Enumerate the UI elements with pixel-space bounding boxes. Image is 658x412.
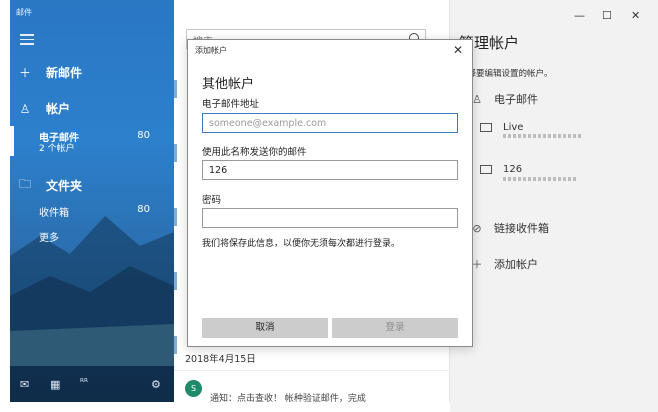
bottom-toolbar: ✉ ▦ ᴿᴿ ⚙	[10, 366, 174, 402]
folder-icon: 🗀	[18, 177, 31, 191]
link-inboxes-button[interactable]: ⊘ 链接收件箱	[470, 220, 549, 236]
calendar-icon[interactable]: ▦	[50, 378, 60, 391]
account-sub: 2 个帐户	[39, 144, 75, 154]
sender-name-label: 使用此名称发送你的邮件	[202, 147, 307, 158]
hamburger-menu-icon[interactable]	[20, 34, 34, 46]
folder-name: 更多	[39, 233, 59, 244]
account-entry-name: 126	[503, 164, 523, 175]
mail-icon	[480, 165, 492, 174]
add-account-label: 添加帐户	[494, 258, 538, 271]
email-section-header: ♙ 电子邮件	[470, 91, 538, 107]
account-entry-live[interactable]: Live	[480, 122, 523, 133]
dialog-title: 添加帐户	[195, 46, 227, 55]
window-close-icon[interactable]: ✕	[631, 9, 640, 22]
login-button[interactable]: 登录	[332, 318, 458, 338]
add-account-button[interactable]: ＋ 添加帐户	[470, 256, 539, 272]
password-field[interactable]	[202, 208, 458, 228]
new-mail-label: 新邮件	[46, 66, 83, 80]
email-field[interactable]	[202, 113, 458, 133]
message-snippet: 通知：点击查收！ 帐种验证邮件，完成	[210, 394, 366, 404]
maximize-icon[interactable]: ☐	[602, 9, 612, 22]
folder-name: 收件箱	[39, 208, 69, 219]
add-account-dialog: 添加帐户 ✕ 其他帐户 电子邮件地址 使用此名称发送你的邮件 密码 我们将保存此…	[187, 39, 473, 347]
email-section-label: 电子邮件	[494, 93, 538, 106]
cancel-button[interactable]: 取消	[202, 318, 328, 338]
save-info-note: 我们将保存此信息，以便你无须每次都进行登录。	[202, 239, 401, 249]
close-icon[interactable]: ✕	[453, 43, 463, 57]
email-label: 电子邮件地址	[202, 99, 260, 110]
redacted-email	[503, 177, 577, 181]
password-label: 密码	[202, 195, 222, 206]
sidebar: 邮件 ＋ 新邮件 ♙ 帐户 电子邮件 2 个帐户 80 🗀 文件夹 收件箱 80…	[10, 0, 174, 402]
plus-icon: ＋	[18, 66, 31, 80]
minimize-icon[interactable]: —	[574, 9, 585, 22]
account-unread-count: 80	[137, 130, 150, 141]
folders-header-label: 文件夹	[46, 179, 83, 193]
mail-icon	[480, 123, 492, 132]
account-entry-name: Live	[503, 122, 524, 133]
folders-header[interactable]: 🗀 文件夹	[18, 175, 82, 196]
account-entry-126[interactable]: 126	[480, 164, 522, 175]
message-item[interactable]: S 通知：点击查收！ 帐种验证邮件，完成	[174, 370, 450, 404]
list-item-markers	[174, 80, 177, 354]
manage-accounts-pane: — ☐ ✕ 管理帐户 选择要编辑设置的帐户。 ♙ 电子邮件 Live 126 ⊘…	[450, 0, 658, 412]
sender-name-field[interactable]	[202, 160, 458, 180]
folder-unread-count: 80	[137, 204, 150, 215]
app-title: 邮件	[16, 8, 32, 17]
person-icon: ♙	[19, 101, 31, 116]
link-inboxes-label: 链接收件箱	[494, 222, 549, 235]
settings-gear-icon[interactable]: ⚙	[151, 378, 161, 391]
avatar: S	[185, 380, 202, 397]
dialog-heading: 其他帐户	[202, 77, 255, 92]
background-landscape	[10, 216, 174, 366]
redacted-email	[503, 134, 583, 138]
date-header: 2018年4月15日	[185, 354, 256, 365]
manage-accounts-hint: 选择要编辑设置的帐户。	[459, 69, 553, 79]
accounts-header-label: 帐户	[46, 102, 71, 116]
people-icon[interactable]: ᴿᴿ	[80, 378, 88, 388]
selected-indicator	[10, 126, 14, 156]
accounts-header[interactable]: ♙ 帐户	[18, 100, 70, 117]
mail-icon[interactable]: ✉	[20, 378, 29, 391]
new-mail-button[interactable]: ＋ 新邮件	[18, 64, 82, 81]
